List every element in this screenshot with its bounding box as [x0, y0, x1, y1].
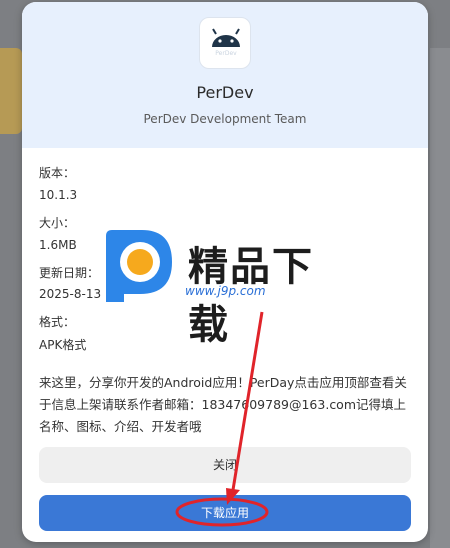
version-label: 版本：	[39, 166, 76, 180]
background-card-right	[430, 48, 450, 548]
date-value: 2025-8-13	[39, 287, 102, 301]
android-icon: PerDev	[212, 28, 240, 57]
date-label: 更新日期：	[39, 266, 100, 280]
background-card	[0, 48, 22, 134]
dialog-header: PerDev PerDev PerDev Development Team	[22, 2, 428, 148]
watermark-url: www.j9p.com	[185, 284, 266, 298]
app-icon[interactable]: PerDev	[199, 17, 251, 69]
watermark: 精品下载 www.j9p.com	[98, 228, 348, 348]
size-value: 1.6MB	[39, 238, 77, 252]
format-value: APK格式	[39, 338, 87, 352]
app-description: 来这里，分享你开发的Android应用！PerDay点击应用顶部查看关于信息上架…	[39, 375, 407, 434]
icon-caption: PerDev	[215, 50, 237, 57]
version-value: 10.1.3	[39, 188, 78, 202]
close-button[interactable]: 关闭	[39, 447, 411, 483]
developer-team: PerDev Development Team	[143, 112, 307, 126]
download-button[interactable]: 下载应用	[39, 495, 411, 531]
size-label: 大小：	[39, 216, 76, 230]
watermark-logo-icon	[106, 230, 172, 302]
app-name: PerDev	[196, 83, 254, 102]
format-label: 格式：	[39, 315, 76, 329]
